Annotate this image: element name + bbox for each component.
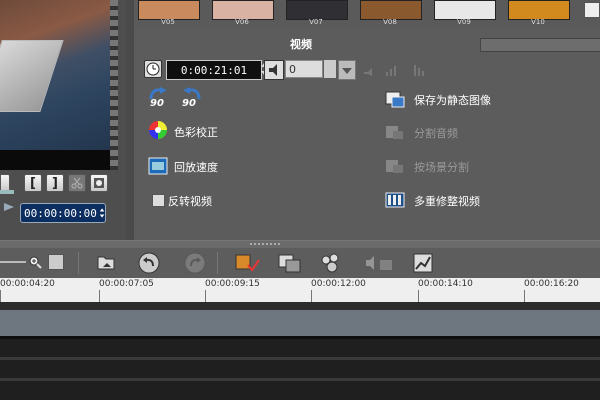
title-track[interactable] (0, 360, 600, 378)
timecode-value: 00:00:00:00 (24, 206, 97, 220)
split-audio-icon (385, 122, 407, 144)
mark-in-label: [ (30, 175, 36, 191)
volume-value: 0 (289, 62, 296, 76)
timeline-toolbar (0, 248, 600, 278)
motion-track-icon[interactable] (412, 252, 434, 274)
thumbnail-item[interactable] (212, 0, 274, 20)
thumbnail-label: V05 (161, 18, 175, 26)
cut-button[interactable] (68, 174, 86, 192)
undo-icon[interactable] (138, 252, 160, 274)
fullscreen-button[interactable] (90, 174, 108, 192)
auto-music-icon[interactable] (364, 252, 394, 274)
rotate-right-label: 90 (182, 98, 196, 109)
ruler-tick (205, 290, 206, 302)
zoom-in-icon[interactable] (28, 254, 42, 269)
corner-arrow-icon (4, 196, 14, 211)
ruler-tick (99, 290, 100, 302)
ruler-label: 00:00:14:10 (418, 279, 473, 289)
track-gap (0, 302, 600, 310)
preview-scroll-strip (110, 0, 118, 170)
mark-out-button[interactable]: ] (46, 174, 64, 192)
video-track[interactable] (0, 310, 600, 336)
clock-icon (144, 60, 162, 78)
panel-title: 视频 (290, 38, 312, 51)
duration-input[interactable]: 0:00:21:01 (166, 60, 262, 80)
ruler-label: 00:00:07:05 (99, 279, 154, 289)
playback-speed-option[interactable]: 回放速度 (174, 159, 218, 175)
save-still-icon[interactable] (385, 89, 407, 111)
volume-spinner-icon[interactable] (324, 60, 336, 78)
playback-speed-icon[interactable] (148, 156, 170, 178)
save-still-option[interactable]: 保存为静态图像 (414, 92, 491, 108)
thumbnail-label: V09 (457, 18, 471, 26)
record-capture-icon[interactable] (278, 252, 302, 274)
scissors-icon (71, 177, 83, 189)
volume-dropdown-icon[interactable] (338, 60, 356, 80)
library-thumbnails: V05 V06 V07 V08 V09 V10 (134, 0, 600, 26)
ruler-tick (311, 290, 312, 302)
thumbnail-label: V10 (531, 18, 545, 26)
thumbnail-label: V07 (309, 18, 323, 26)
color-correction-option[interactable]: 色彩校正 (174, 124, 218, 140)
library-scroll-button[interactable] (584, 2, 600, 18)
speaker-icon[interactable] (264, 60, 284, 80)
snapshot-icon (94, 178, 104, 188)
thumbnail-label: V08 (383, 18, 397, 26)
thumbnail-item[interactable] (286, 0, 348, 20)
thumbnail-item[interactable] (508, 0, 570, 20)
mark-in-button[interactable]: [ (24, 174, 42, 192)
splitter-grip[interactable] (250, 243, 282, 245)
split-by-scene-option: 按场景分割 (414, 161, 469, 174)
preview-video[interactable] (0, 0, 110, 150)
split-scene-icon (385, 156, 407, 178)
ruler-tick (418, 290, 419, 302)
overlay-track[interactable] (0, 339, 600, 357)
timeline-ruler[interactable]: 00:00:04:20 00:00:07:05 00:00:09:15 00:0… (0, 278, 600, 303)
timecode-input[interactable]: 00:00:00:00 (20, 203, 106, 223)
thumbnail-item[interactable] (434, 0, 496, 20)
mixer-icon[interactable] (320, 252, 344, 274)
spinner-icon[interactable] (99, 206, 105, 220)
voice-track[interactable] (0, 381, 600, 400)
split-audio-option: 分割音频 (414, 127, 458, 140)
ruler-label: 00:00:09:15 (205, 279, 260, 289)
preview-letterbox (0, 150, 110, 170)
multi-trim-option[interactable]: 多重修整视频 (414, 193, 480, 209)
thumbnail-item[interactable] (138, 0, 200, 20)
smart-render-icon[interactable] (234, 252, 260, 274)
panel-divider[interactable] (126, 0, 134, 240)
multi-trim-icon[interactable] (385, 190, 407, 212)
jog-handle[interactable] (0, 190, 14, 194)
fit-project-icon[interactable] (48, 254, 64, 270)
ruler-tick (524, 290, 525, 302)
color-wheel-icon[interactable] (148, 120, 170, 142)
ruler-label: 00:00:12:00 (311, 279, 366, 289)
ruler-tick (0, 290, 1, 302)
insert-media-icon[interactable] (96, 252, 118, 274)
mark-out-label: ] (52, 175, 58, 191)
redo-icon (184, 252, 206, 274)
volume-input[interactable]: 0 (285, 60, 323, 78)
reverse-video-checkbox[interactable] (152, 194, 165, 207)
rotate-left-label: 90 (150, 98, 164, 109)
ruler-label: 00:00:16:20 (524, 279, 579, 289)
audio-fade-icons (362, 62, 432, 76)
zoom-slider[interactable] (0, 261, 26, 263)
timeline-tracks (0, 302, 600, 400)
toolbar-divider (78, 252, 79, 274)
reverse-video-label: 反转视频 (168, 195, 212, 208)
toolbar-divider (217, 252, 218, 274)
ruler-label: 00:00:04:20 (0, 279, 55, 289)
thumbnail-label: V06 (235, 18, 249, 26)
duration-value: 0:00:21:01 (180, 63, 248, 77)
video-frame-laptop (0, 40, 64, 112)
thumbnail-item[interactable] (360, 0, 422, 20)
tab-strip[interactable] (480, 38, 600, 52)
